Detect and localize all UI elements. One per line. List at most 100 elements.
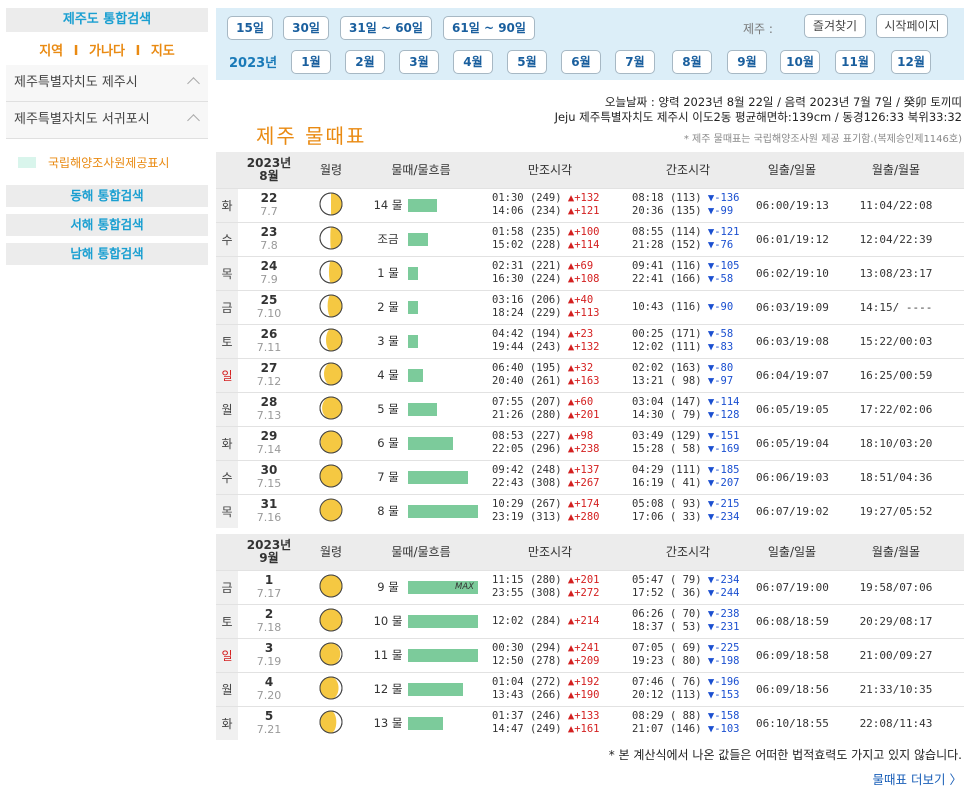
month-1-button[interactable]: 1월	[291, 50, 331, 74]
south-sea-search-button[interactable]: 남해 통합검색	[6, 243, 208, 265]
moonrise-moonset: 18:51/04:36	[828, 459, 964, 494]
homepage-button[interactable]: 시작페이지	[876, 14, 948, 38]
tide-change: ▲+238	[567, 443, 600, 455]
legend: 국립해양조사원제공표시	[6, 153, 208, 173]
tide-change: ▼-151	[707, 430, 740, 442]
low-tide-entry: 07:05 ( 69) ▼-225	[632, 642, 756, 655]
tide-cell: 5 물	[362, 391, 480, 426]
month-4-button[interactable]: 4월	[453, 50, 493, 74]
date-cell: 29 7.14	[238, 425, 300, 460]
low-tide-entry: 15:28 ( 58) ▼-169	[632, 443, 756, 456]
moon-phase-icon	[319, 574, 343, 601]
tide-height: (308)	[529, 587, 562, 599]
tide-height: (206)	[529, 294, 562, 306]
range-30-button[interactable]: 30일	[283, 16, 329, 40]
tide-height: ( 33)	[669, 511, 702, 524]
tide-time: 01:58	[492, 226, 524, 238]
month-10-button[interactable]: 10월	[780, 50, 820, 74]
page-title: 제주 물때표	[256, 124, 367, 148]
month-9-button[interactable]: 9월	[727, 50, 767, 74]
legend-swatch-icon	[18, 157, 36, 168]
tide-name: 12 물	[373, 682, 403, 696]
tide-height: (129)	[669, 430, 702, 442]
sidebar-title[interactable]: 제주도 통합검색	[6, 8, 208, 32]
high-tide-entry: 23:55 (308) ▲+272	[492, 587, 620, 600]
high-tide-entry: 01:04 (272) ▲+192	[492, 676, 620, 689]
month-11-button[interactable]: 11월	[835, 50, 875, 74]
tide-change: ▲+132	[567, 192, 600, 204]
tab-region[interactable]: 지역	[36, 44, 66, 59]
high-tide-cell: 03:16 (206) ▲+40 18:24 (229) ▲+113	[480, 289, 620, 324]
high-tide-cell: 06:40 (195) ▲+32 20:40 (261) ▲+163	[480, 357, 620, 392]
chevron-up-icon	[187, 114, 200, 127]
tide-time: 04:29	[632, 464, 664, 476]
range-15-button[interactable]: 15일	[227, 16, 273, 40]
region-seogwipo-si[interactable]: 제주특별자치도 서귀포시	[6, 102, 208, 139]
year-label: 2023년	[229, 56, 278, 71]
month-3-button[interactable]: 3월	[399, 50, 439, 74]
low-tide-entry: 07:46 ( 76) ▼-196	[632, 676, 756, 689]
tide-change: ▲+69	[567, 260, 594, 272]
high-tide-cell: 01:04 (272) ▲+192 13:43 (266) ▲+190	[480, 671, 620, 706]
low-tide-cell: 09:41 (116) ▼-105 22:41 (166) ▼-58	[620, 255, 756, 290]
sunrise-sunset: 06:07/19:02	[756, 493, 829, 528]
weekday: 일	[216, 637, 238, 672]
low-tide-entry: 16:19 ( 41) ▼-207	[632, 477, 756, 490]
solar-day: 25	[260, 293, 278, 307]
west-sea-search-button[interactable]: 서해 통합검색	[6, 214, 208, 236]
tide-name: 10 물	[373, 614, 403, 628]
tide-cell: 4 물	[362, 357, 480, 392]
east-sea-search-button[interactable]: 동해 통합검색	[6, 185, 208, 207]
tide-change: ▲+163	[567, 375, 600, 387]
region-label: 제주특별자치도 제주시	[14, 75, 138, 90]
tide-change: ▼-207	[707, 477, 740, 489]
low-tide-entry: 08:29 ( 88) ▼-158	[632, 710, 756, 723]
date-cell: 24 7.9	[238, 255, 300, 290]
tide-time: 20:36	[632, 205, 664, 217]
high-tide-entry: 12:02 (284) ▲+214	[492, 615, 620, 628]
range-61-90-button[interactable]: 61일 ~ 90일	[443, 16, 535, 40]
sunrise-sunset: 06:04/19:07	[756, 357, 829, 392]
low-tide-cell: 10:43 (116) ▼-90	[620, 289, 756, 324]
more-link-label: 물때표 더보기	[872, 772, 946, 787]
sunrise-sunset: 06:01/19:12	[756, 221, 829, 256]
tide-time: 04:42	[492, 328, 524, 340]
favorites-button[interactable]: 즐겨찾기	[804, 14, 866, 38]
high-tide-entry: 13:43 (266) ▲+190	[492, 689, 620, 702]
month-2-button[interactable]: 2월	[345, 50, 385, 74]
low-tide-entry: 00:25 (171) ▼-58	[632, 328, 756, 341]
moonrise-moonset: 21:33/10:35	[828, 671, 964, 706]
month-8-button[interactable]: 8월	[672, 50, 712, 74]
low-tide-cell: 05:08 ( 93) ▼-215 17:06 ( 33) ▼-234	[620, 493, 756, 528]
high-tide-entry: 12:50 (278) ▲+209	[492, 655, 620, 668]
tide-height: ( 69)	[669, 642, 702, 654]
month-12-button[interactable]: 12월	[891, 50, 931, 74]
tab-alphabetical[interactable]: 가나다	[86, 44, 128, 59]
month-7-button[interactable]: 7월	[615, 50, 655, 74]
lunar-date: 7.9	[260, 273, 278, 286]
tab-map[interactable]: 지도	[148, 44, 178, 59]
tide-change: ▲+209	[567, 655, 600, 667]
tide-change: ▲+214	[567, 614, 600, 627]
low-tide-cell: 08:29 ( 88) ▼-158 21:07 (146) ▼-103	[620, 705, 756, 740]
month-5-button[interactable]: 5월	[507, 50, 547, 74]
range-31-60-button[interactable]: 31일 ~ 60일	[340, 16, 432, 40]
region-jeju-si[interactable]: 제주특별자치도 제주시	[6, 65, 208, 102]
tide-height: (111)	[669, 341, 702, 353]
lunar-date: 7.11	[256, 341, 282, 354]
tide-name: 1 물	[377, 266, 399, 280]
low-tide-entry: 12:02 (111) ▼-83	[632, 341, 756, 354]
more-tide-link[interactable]: 물때표 더보기 〉	[873, 769, 962, 788]
tide-change: ▼-234	[707, 511, 740, 524]
tide-height: (243)	[529, 341, 562, 353]
tide-time: 08:18	[632, 192, 664, 204]
moonrise-moonset: 12:04/22:39	[828, 221, 964, 256]
tide-height: (221)	[529, 260, 562, 272]
moon-phase-icon	[319, 192, 343, 219]
tide-change: ▲+137	[567, 464, 600, 476]
high-tide-entry: 01:58 (235) ▲+100	[492, 226, 620, 239]
tide-height: (280)	[529, 574, 562, 586]
high-tide-entry: 07:55 (207) ▲+60	[492, 396, 620, 409]
high-tide-cell: 12:02 (284) ▲+214	[480, 603, 620, 638]
month-6-button[interactable]: 6월	[561, 50, 601, 74]
